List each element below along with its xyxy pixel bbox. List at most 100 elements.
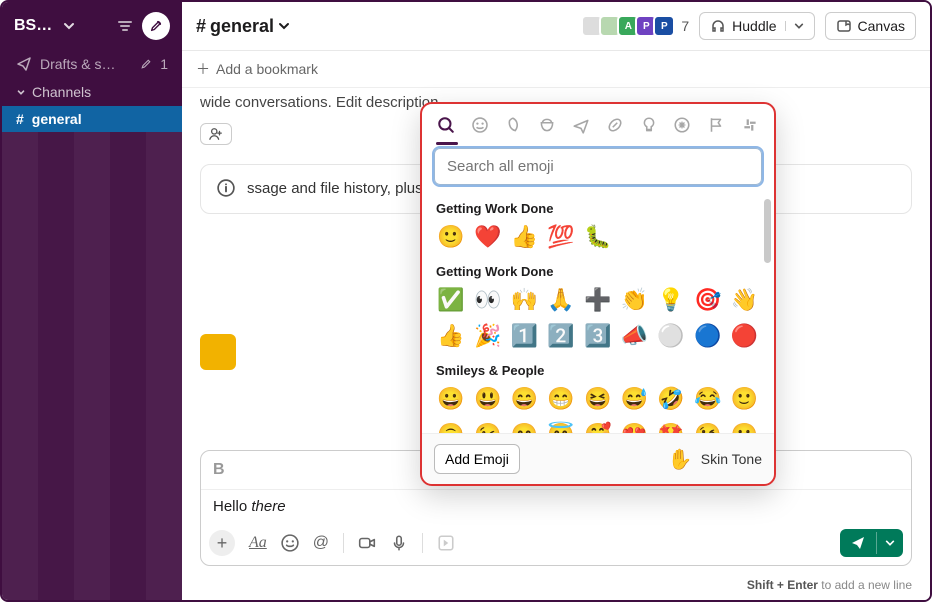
sidebar: BS… Drafts & s… 1 Channe (2, 2, 182, 600)
emoji-scroll[interactable]: Getting Work Done🙂❤️👍💯🐛Getting Work Done… (422, 195, 774, 433)
emoji-cell[interactable]: 💯 (546, 222, 576, 252)
pencil-icon (140, 58, 152, 70)
emoji-cell[interactable]: 📣 (619, 321, 649, 351)
composer-plain: Hello (213, 498, 251, 515)
emoji-cell[interactable]: 🙂 (436, 222, 466, 252)
compose-button[interactable] (142, 12, 170, 40)
emoji-cell[interactable]: 😂 (693, 384, 723, 414)
emoji-cell[interactable]: 🙂 (729, 384, 759, 414)
nature-category-icon[interactable] (504, 114, 524, 136)
video-icon[interactable] (358, 534, 376, 552)
flags-category-icon[interactable] (706, 114, 726, 136)
member-avatars[interactable]: A P P 7 (585, 15, 689, 37)
emoji-cell[interactable]: 😄 (509, 384, 539, 414)
send-button[interactable] (840, 529, 903, 557)
emoji-cell[interactable]: 🔵 (693, 321, 723, 351)
skin-tone-label: Skin Tone (701, 451, 762, 467)
person-plus-icon (209, 127, 223, 141)
emoji-cell[interactable]: 👀 (473, 285, 503, 315)
mention-icon[interactable]: @ (313, 534, 329, 552)
drafts-label: Drafts & s… (40, 56, 115, 72)
workspace-header[interactable]: BS… (2, 2, 182, 50)
emoji-cell[interactable]: 2️⃣ (546, 321, 576, 351)
food-category-icon[interactable] (537, 114, 557, 136)
emoji-cell[interactable]: 🙃 (436, 420, 466, 433)
filter-icon[interactable] (116, 17, 134, 35)
emoji-category-bar (422, 104, 774, 142)
emoji-cell[interactable]: 😗 (729, 420, 759, 433)
emoji-cell[interactable]: 👋 (729, 285, 759, 315)
emoji-cell[interactable]: 🤩 (656, 420, 686, 433)
canvas-button[interactable]: Canvas (825, 12, 916, 40)
plus-icon: ＋ (196, 59, 210, 79)
emoji-cell[interactable]: ❤️ (473, 222, 503, 252)
add-emoji-button[interactable]: Add Emoji (434, 444, 520, 474)
emoji-cell[interactable]: 🐛 (583, 222, 613, 252)
emoji-cell[interactable]: 😉 (473, 420, 503, 433)
emoji-cell[interactable]: 😆 (583, 384, 613, 414)
hint-rest: to add a new line (818, 578, 912, 592)
sidebar-section-channels[interactable]: Channels (2, 78, 182, 106)
emoji-cell[interactable]: 🔴 (729, 321, 759, 351)
sidebar-drafts[interactable]: Drafts & s… 1 (2, 50, 182, 78)
emoji-cell[interactable]: 💡 (656, 285, 686, 315)
emoji-cell[interactable]: 😇 (546, 420, 576, 433)
emoji-cell[interactable]: ➕ (583, 285, 613, 315)
avatar: P (653, 15, 675, 37)
emoji-cell[interactable]: 😍 (619, 420, 649, 433)
emoji-grid: ✅👀🙌🙏➕👏💡🎯👋 👍🎉1️⃣2️⃣3️⃣📣⚪🔵🔴 (436, 285, 760, 357)
huddle-label: Huddle (732, 18, 776, 34)
add-bookmark[interactable]: ＋ Add a bookmark (182, 51, 930, 88)
emoji-cell[interactable]: 👍 (436, 321, 466, 351)
slack-category-icon[interactable] (740, 114, 760, 136)
emoji-cell[interactable]: 🙌 (509, 285, 539, 315)
emoji-cell[interactable]: 😃 (473, 384, 503, 414)
emoji-cell[interactable]: 😀 (436, 384, 466, 414)
attach-button[interactable]: + (209, 530, 235, 556)
smileys-category-icon[interactable] (470, 114, 490, 136)
emoji-cell[interactable]: 😊 (509, 420, 539, 433)
scrollbar-thumb[interactable] (764, 199, 771, 263)
emoji-search-input[interactable] (434, 148, 762, 185)
microphone-icon[interactable] (390, 534, 408, 552)
activities-category-icon[interactable] (605, 114, 625, 136)
hash-icon: # (196, 16, 206, 37)
channel-general[interactable]: # general (2, 106, 182, 132)
emoji-cell[interactable]: 3️⃣ (583, 321, 613, 351)
emoji-cell[interactable]: 👍 (509, 222, 539, 252)
emoji-cell[interactable]: 👏 (619, 285, 649, 315)
emoji-cell[interactable]: 1️⃣ (509, 321, 539, 351)
chevron-down-icon[interactable] (876, 532, 903, 554)
emoji-cell[interactable]: 😅 (619, 384, 649, 414)
channels-header-label: Channels (32, 84, 91, 100)
emoji-cell[interactable]: 😘 (693, 420, 723, 433)
formatting-icon[interactable]: Aa (249, 534, 267, 552)
composer-hint: Shift + Enter to add a new line (182, 574, 930, 600)
emoji-cell[interactable]: 🎉 (473, 321, 503, 351)
emoji-cell[interactable]: 🤣 (656, 384, 686, 414)
emoji-cell[interactable]: ⚪ (656, 321, 686, 351)
emoji-icon[interactable] (281, 534, 299, 552)
huddle-button[interactable]: Huddle (699, 12, 814, 40)
add-people-button[interactable] (200, 123, 232, 145)
skin-tone-button[interactable]: ✋ Skin Tone (668, 447, 762, 472)
channel-name-button[interactable]: # general (196, 16, 290, 37)
emoji-cell[interactable]: 😁 (546, 384, 576, 414)
emoji-cell[interactable]: 🎯 (693, 285, 723, 315)
channel-label: general (32, 111, 82, 127)
emoji-cell[interactable]: ✅ (436, 285, 466, 315)
search-icon[interactable] (436, 114, 456, 136)
emoji-cell[interactable]: 🥰 (583, 420, 613, 433)
app-root: BS… Drafts & s… 1 Channe (0, 0, 932, 602)
chevron-down-icon[interactable] (785, 21, 804, 31)
composer-text[interactable]: Hello there (201, 490, 911, 523)
shortcut-icon[interactable] (437, 534, 455, 552)
channel-name-text: general (210, 16, 274, 37)
objects-category-icon[interactable] (639, 114, 659, 136)
emoji-section-header: Smileys & People (436, 357, 760, 384)
avatar (200, 334, 236, 370)
travel-category-icon[interactable] (571, 114, 591, 136)
emoji-section-header: Getting Work Done (436, 195, 760, 222)
symbols-category-icon[interactable] (673, 114, 693, 136)
emoji-cell[interactable]: 🙏 (546, 285, 576, 315)
